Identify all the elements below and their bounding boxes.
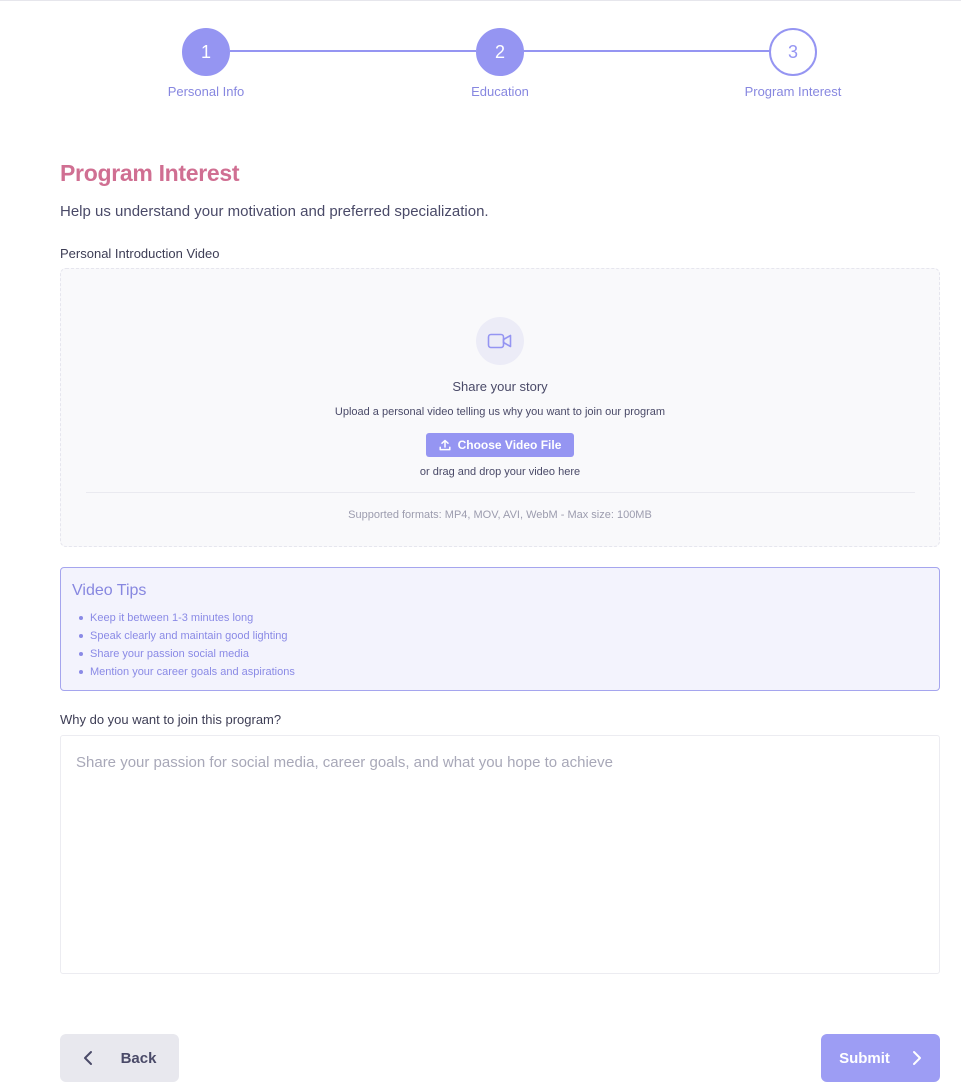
list-item: Mention your career goals and aspiration…: [79, 663, 295, 681]
dropzone-divider: [86, 492, 915, 493]
chevron-left-icon: [83, 1050, 93, 1066]
video-tips-panel: Video Tips Keep it between 1-3 minutes l…: [60, 567, 940, 691]
submit-button-label: Submit: [839, 1049, 890, 1067]
choose-video-file-button[interactable]: Choose Video File: [426, 433, 574, 457]
step-number-badge: 3: [769, 28, 817, 76]
step-number-badge: 2: [476, 28, 524, 76]
choose-video-file-label: Choose Video File: [457, 438, 562, 452]
step-personal-info[interactable]: 1 Personal Info: [126, 28, 286, 99]
list-item: Keep it between 1-3 minutes long: [79, 609, 295, 627]
dropzone-title: Share your story: [452, 379, 548, 394]
video-camera-icon: [476, 317, 524, 365]
step-program-interest[interactable]: 3 Program Interest: [713, 28, 873, 99]
back-button-label: Back: [120, 1049, 157, 1067]
step-education[interactable]: 2 Education: [420, 28, 580, 99]
step-label: Personal Info: [167, 84, 245, 99]
video-upload-label: Personal Introduction Video: [60, 246, 220, 261]
submit-button[interactable]: Submit: [821, 1034, 940, 1082]
motivation-textarea[interactable]: [60, 735, 940, 974]
list-item: Share your passion social media: [79, 645, 295, 663]
page-subtitle: Help us understand your motivation and p…: [60, 203, 489, 220]
step-label: Education: [471, 84, 529, 99]
dropzone-drag-hint: or drag and drop your video here: [419, 466, 581, 478]
step-label: Program Interest: [744, 84, 842, 99]
video-tips-title: Video Tips: [72, 582, 147, 599]
step-number-badge: 1: [182, 28, 230, 76]
progress-stepper: 1 Personal Info 2 Education 3 Program In…: [0, 0, 961, 110]
motivation-label: Why do you want to join this program?: [60, 712, 282, 727]
page-title: Program Interest: [60, 160, 240, 186]
supported-formats-note: Supported formats: MP4, MOV, AVI, WebM -…: [348, 509, 652, 521]
dropzone-description: Upload a personal video telling us why y…: [334, 406, 666, 418]
video-dropzone[interactable]: Share your story Upload a personal video…: [60, 268, 940, 547]
list-item: Speak clearly and maintain good lighting: [79, 627, 295, 645]
chevron-right-icon: [912, 1050, 922, 1066]
upload-icon: [439, 439, 451, 451]
video-tips-list: Keep it between 1-3 minutes long Speak c…: [79, 609, 295, 681]
back-button[interactable]: Back: [60, 1034, 179, 1082]
